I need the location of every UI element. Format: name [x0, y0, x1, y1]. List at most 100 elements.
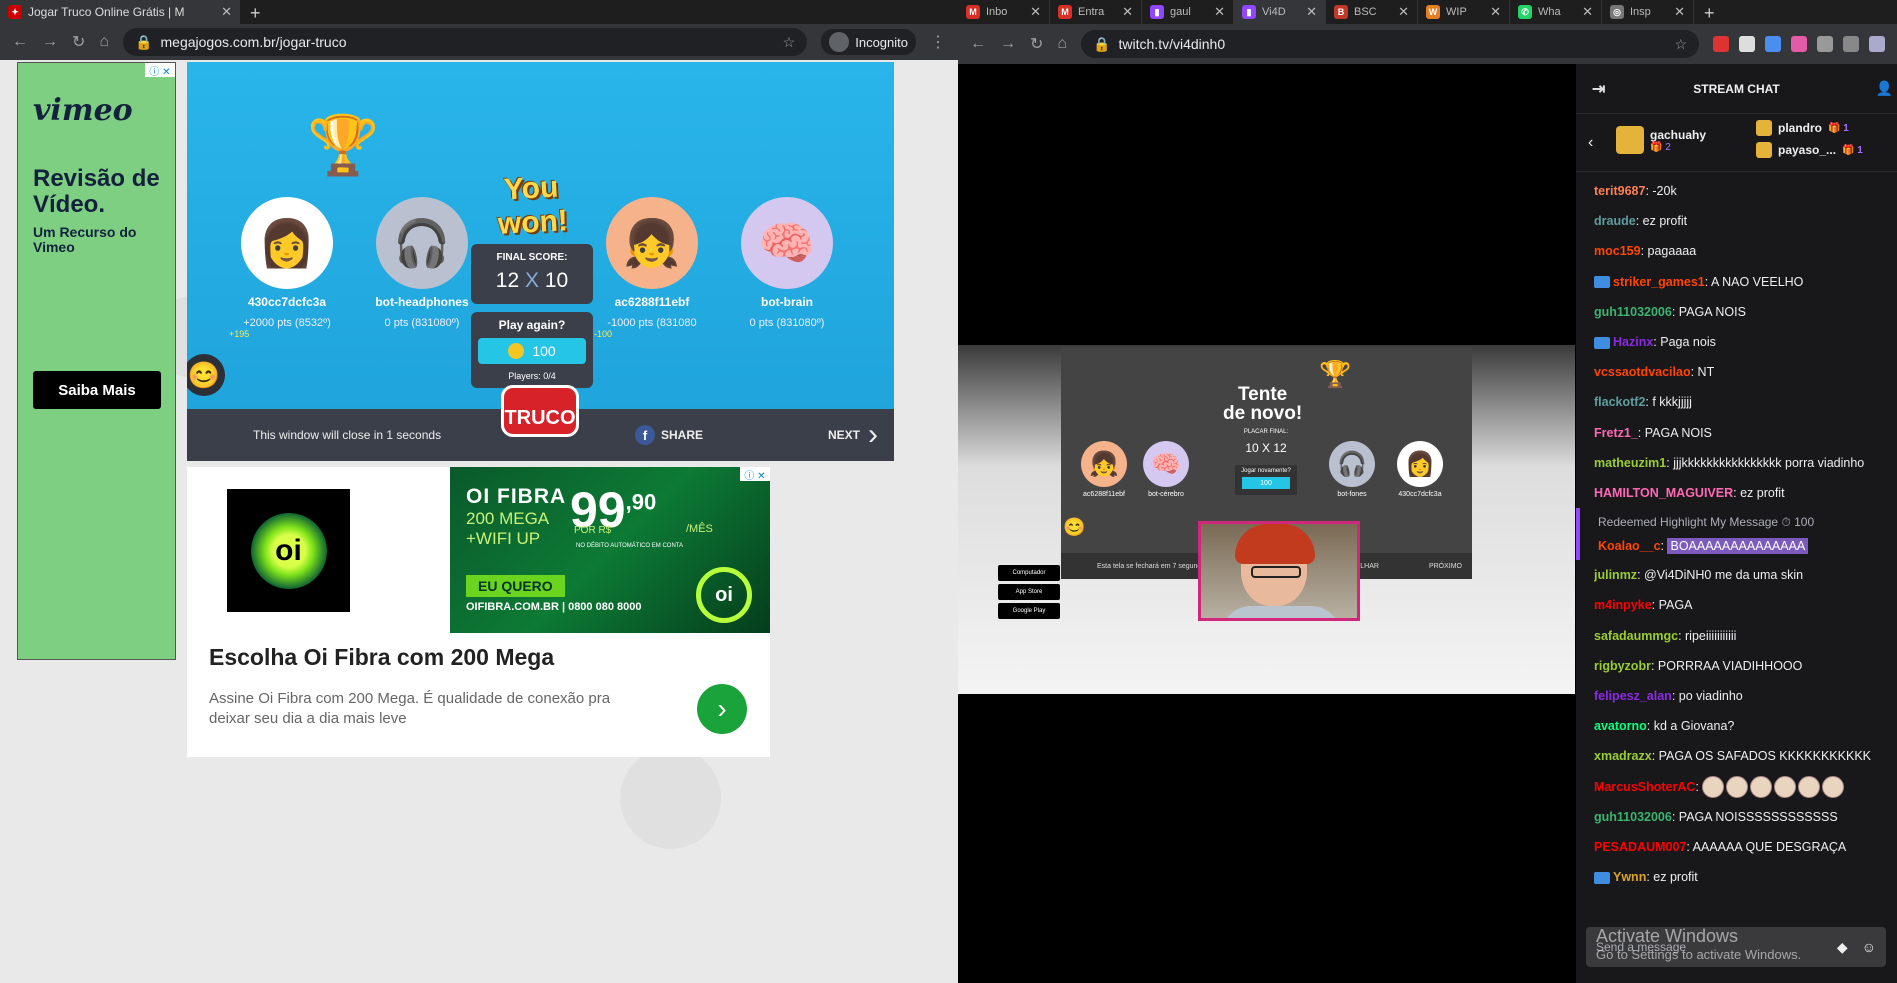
chat-username[interactable]: xmadrazx	[1594, 749, 1652, 763]
home-icon[interactable]: ⌂	[1057, 35, 1067, 53]
chat-username[interactable]: m4inpyke	[1594, 598, 1652, 612]
extension-icon[interactable]	[1791, 36, 1807, 52]
chat-username[interactable]: guh11032006	[1594, 810, 1672, 824]
home-icon[interactable]: ⌂	[99, 33, 109, 51]
subscriber-badge-icon[interactable]	[1594, 871, 1610, 884]
forward-icon[interactable]: →	[1000, 35, 1016, 53]
ad-open-arrow-icon[interactable]: ›	[697, 684, 747, 734]
tab-inspect[interactable]: ◎ Insp ✕	[1602, 0, 1694, 24]
back-icon[interactable]: ←	[12, 33, 28, 51]
chat-username[interactable]: MarcusShoterAC	[1594, 780, 1695, 794]
chat-username[interactable]: moc159	[1594, 244, 1641, 258]
oi-ad-title[interactable]: Escolha Oi Fibra com 200 Mega	[209, 644, 554, 671]
chat-username[interactable]: Fretz1_	[1594, 426, 1638, 440]
close-tab-icon[interactable]: ✕	[1122, 4, 1133, 20]
extension-icon[interactable]	[1817, 36, 1833, 52]
twitch-video-player[interactable]: Tente de novo! 🏆 👧 ac6288f11ebf 🧠 bot-céreb…	[958, 64, 1575, 983]
chat-username[interactable]: draude	[1594, 214, 1636, 228]
chat-emote-icon	[1822, 776, 1845, 799]
player-name: bot-headphones	[375, 295, 469, 309]
chat-text: Paga nois	[1660, 335, 1716, 350]
tab-twitch-vi4d[interactable]: ▮ Vi4D ✕	[1234, 0, 1326, 24]
close-tab-icon[interactable]: ✕	[1674, 4, 1685, 20]
oi-fibra-ad[interactable]: oi ⓘ ✕ OI FIBRA 200 MEGA +WIFI UP 99,90 …	[187, 467, 770, 757]
chat-username[interactable]: rigbyzobr	[1594, 659, 1651, 673]
profile-avatar[interactable]	[1869, 36, 1885, 52]
emote-icon[interactable]: ☺	[1862, 939, 1876, 956]
tab-whatsapp[interactable]: ✆ Wha ✕	[1510, 0, 1602, 24]
close-tab-icon[interactable]: ✕	[1398, 4, 1409, 20]
extension-icon[interactable]	[1739, 36, 1755, 52]
chat-username[interactable]: guh11032006	[1594, 305, 1672, 319]
tab-gmail-entra[interactable]: M Entra ✕	[1050, 0, 1142, 24]
bookmark-star-icon[interactable]: ☆	[783, 34, 796, 51]
chat-username[interactable]: HAMILTON_MAGUIVER	[1594, 486, 1733, 500]
incognito-indicator[interactable]: Incognito	[821, 29, 916, 55]
new-tab-button[interactable]: +	[240, 3, 271, 24]
close-tab-icon[interactable]: ✕	[1030, 4, 1041, 20]
reload-icon[interactable]: ↻	[72, 32, 85, 52]
play-again-button[interactable]: 100	[478, 338, 586, 364]
bits-icon[interactable]: ◆	[1837, 939, 1848, 956]
toolbar: ← → ↻ ⌂ 🔒 twitch.tv/vi4dinh0 ☆	[958, 24, 1897, 64]
extension-icon[interactable]	[1765, 36, 1781, 52]
chat-username[interactable]: matheuzim1	[1594, 456, 1666, 470]
player-avatar: 👩	[241, 197, 333, 289]
vimeo-ad[interactable]: ⓘ ✕ vimeo Revisão de Vídeo. Um Recurso d…	[17, 62, 176, 660]
chat-username[interactable]: Koalao__c	[1598, 539, 1661, 553]
chat-username[interactable]: safadaummgc	[1594, 629, 1678, 643]
subscriber-badge-icon[interactable]	[1594, 276, 1610, 289]
oi-banner[interactable]: ⓘ ✕ OI FIBRA 200 MEGA +WIFI UP 99,90 POR…	[450, 467, 770, 633]
close-tab-icon[interactable]: ✕	[221, 4, 232, 20]
lock-icon: 🔒	[135, 33, 153, 50]
next-button[interactable]: NEXT ›	[828, 418, 878, 452]
extension-icon[interactable]	[1713, 36, 1729, 52]
address-bar[interactable]: 🔒 twitch.tv/vi4dinh0 ☆	[1081, 30, 1699, 58]
chat-username[interactable]: striker_games1	[1613, 275, 1705, 289]
chat-input[interactable]: Send a message ◆ ☺	[1586, 927, 1886, 967]
collapse-chat-icon[interactable]: ⇥	[1592, 79, 1605, 99]
tab-bsc[interactable]: B BSC ✕	[1326, 0, 1418, 24]
gift-icon	[1616, 126, 1644, 154]
close-tab-icon[interactable]: ✕	[1490, 4, 1501, 20]
new-tab-button[interactable]: +	[1694, 3, 1725, 24]
chat-header: ⇥ STREAM CHAT 👤	[1576, 64, 1897, 114]
eu-quero-button[interactable]: EU QUERO	[466, 575, 565, 597]
ad-choices-icon[interactable]: ⓘ ✕	[145, 63, 175, 78]
reload-icon[interactable]: ↻	[1030, 34, 1043, 54]
users-icon[interactable]: 👤	[1876, 80, 1893, 97]
forward-icon[interactable]: →	[42, 33, 58, 51]
trophy-icon: 🏆	[307, 113, 380, 178]
menu-icon[interactable]: ⋮	[930, 32, 946, 52]
share-button[interactable]: f SHARE	[635, 425, 703, 445]
highlighted-redemption: Redeemed Highlight My Message ⏱ 100 Koala…	[1576, 508, 1897, 561]
close-tab-icon[interactable]: ✕	[1306, 4, 1317, 20]
chat-username[interactable]: terit9687	[1594, 184, 1645, 198]
extension-icon[interactable]	[1843, 36, 1859, 52]
ad-choices-icon[interactable]: ⓘ ✕	[740, 467, 770, 482]
bookmark-star-icon[interactable]: ☆	[1674, 36, 1687, 53]
chat-text: NT	[1697, 365, 1715, 380]
saiba-mais-button[interactable]: Saiba Mais	[33, 371, 161, 409]
emoji-button[interactable]: 😊	[187, 354, 225, 396]
chat-username[interactable]: felipesz_alan	[1594, 689, 1672, 703]
gift-leaderboard: ‹ gachuahy 🎁 2 plandro 🎁 1 payaso_... 🎁 1	[1576, 114, 1897, 172]
tab-megajogos[interactable]: ✦ Jogar Truco Online Grátis | M ✕	[0, 0, 240, 24]
chat-username[interactable]: flackotf2	[1594, 395, 1645, 409]
tab-wip[interactable]: W WIP ✕	[1418, 0, 1510, 24]
tab-gmail-inbox[interactable]: M Inbo ✕	[958, 0, 1050, 24]
top-gifter: gachuahy 🎁 2	[1616, 126, 1706, 154]
chat-username[interactable]: PESADAUM007	[1594, 840, 1686, 854]
close-tab-icon[interactable]: ✕	[1214, 4, 1225, 20]
chat-username[interactable]: Hazinx	[1613, 335, 1653, 349]
tab-twitch-gaules[interactable]: ▮ gaul ✕	[1142, 0, 1234, 24]
chevron-left-icon[interactable]: ‹	[1588, 134, 1593, 152]
chat-username[interactable]: avatorno	[1594, 719, 1647, 733]
subscriber-badge-icon[interactable]	[1594, 336, 1610, 349]
address-bar[interactable]: 🔒 megajogos.com.br/jogar-truco ☆	[123, 28, 808, 56]
chat-username[interactable]: Ywnn	[1613, 870, 1646, 884]
back-icon[interactable]: ←	[970, 35, 986, 53]
chat-username[interactable]: julinmz	[1594, 568, 1637, 582]
close-tab-icon[interactable]: ✕	[1582, 4, 1593, 20]
chat-username[interactable]: vcssaotdvacilao	[1594, 365, 1691, 379]
